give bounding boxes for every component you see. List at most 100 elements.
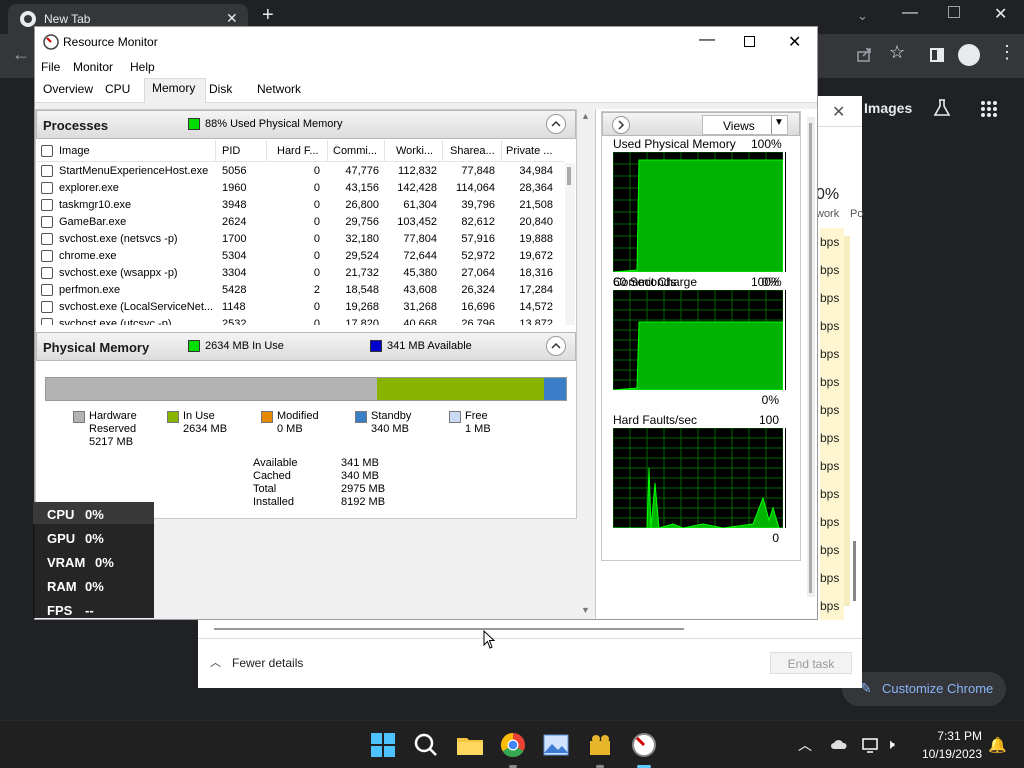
- tab-cpu[interactable]: CPU: [105, 82, 130, 96]
- profile-avatar-icon[interactable]: [958, 44, 980, 66]
- rm-close-icon[interactable]: ✕: [788, 32, 801, 52]
- customize-chrome-button[interactable]: ✎ Customize Chrome: [842, 672, 1006, 706]
- tab-network[interactable]: Network: [257, 82, 301, 96]
- close-window-icon[interactable]: ✕: [994, 4, 1007, 24]
- menu-monitor[interactable]: Monitor: [73, 60, 113, 74]
- process-checkbox[interactable]: [41, 182, 53, 194]
- process-cell: 61,304: [403, 199, 437, 211]
- file-explorer-icon[interactable]: [454, 729, 486, 761]
- network-icon[interactable]: [862, 737, 880, 753]
- select-all-checkbox[interactable]: [41, 145, 53, 157]
- process-row[interactable]: StartMenuExperienceHost.exe 5056 0 47,776 11…: [37, 163, 565, 180]
- graph-plot: [613, 290, 783, 390]
- back-icon[interactable]: ←: [12, 44, 30, 65]
- collapse-processes-icon[interactable]: [546, 114, 566, 134]
- process-row[interactable]: svchost.exe (netsvcs -p) 1700 0 32,180 77,80…: [37, 231, 565, 248]
- scroll-down-icon[interactable]: ▼: [581, 605, 590, 615]
- clock-date[interactable]: 10/19/2023: [910, 747, 982, 761]
- tab-disk[interactable]: Disk: [209, 82, 232, 96]
- process-checkbox[interactable]: [41, 250, 53, 262]
- end-task-button[interactable]: End task: [770, 652, 852, 674]
- onedrive-cloud-icon[interactable]: [830, 737, 848, 753]
- task-manager-h-scrollbar[interactable]: [214, 628, 684, 630]
- menu-help[interactable]: Help: [130, 60, 155, 74]
- chrome-logo-icon: [20, 11, 36, 27]
- process-checkbox[interactable]: [41, 301, 53, 313]
- legend-item: Modified 0 MB: [261, 409, 353, 459]
- process-checkbox[interactable]: [41, 267, 53, 279]
- col-shareable[interactable]: Sharea...: [450, 145, 495, 157]
- scroll-up-icon[interactable]: ▲: [581, 111, 590, 121]
- process-cell: 45,380: [403, 267, 437, 279]
- fewer-details-link[interactable]: Fewer details: [232, 656, 303, 670]
- process-checkbox[interactable]: [41, 199, 53, 211]
- process-row[interactable]: svchost.exe (wsappx -p) 3304 0 21,732 45,380…: [37, 265, 565, 282]
- collapse-physical-memory-icon[interactable]: [546, 336, 566, 356]
- process-cell: 43,608: [403, 284, 437, 296]
- left-pane-scrollbar[interactable]: ▲ ▼: [579, 109, 593, 619]
- photos-icon[interactable]: [540, 729, 572, 761]
- col-private[interactable]: Private ...: [506, 145, 552, 157]
- graphs-scrollbar[interactable]: [807, 117, 815, 597]
- process-checkbox[interactable]: [41, 284, 53, 296]
- tab-search-icon[interactable]: ⌄: [857, 8, 868, 24]
- process-row[interactable]: svchost.exe (LocalServiceNet... 1148 0 19,2…: [37, 299, 565, 316]
- media-app-icon[interactable]: [584, 729, 616, 761]
- close-tab-icon[interactable]: ✕: [226, 10, 238, 27]
- chevron-up-icon[interactable]: ︿: [210, 654, 221, 670]
- process-scrollbar[interactable]: [565, 163, 575, 325]
- process-cell: 0: [313, 301, 320, 313]
- side-panel-icon[interactable]: [930, 48, 944, 62]
- overlay-metric-value: --: [85, 603, 94, 618]
- resource-monitor-taskbar-icon[interactable]: [628, 729, 660, 761]
- process-checkbox[interactable]: [41, 165, 53, 177]
- process-cell: 17,284: [519, 284, 553, 296]
- process-row[interactable]: GameBar.exe 2624 0 29,756 103,452 82,612 20,84…: [37, 214, 565, 231]
- process-checkbox[interactable]: [41, 233, 53, 245]
- menu-file[interactable]: File: [41, 60, 60, 74]
- tab-overview[interactable]: Overview: [43, 82, 93, 96]
- notification-bell-icon[interactable]: 🔔: [988, 736, 1007, 754]
- processes-header[interactable]: Processes 88% Used Physical Memory: [36, 110, 576, 139]
- views-dropdown[interactable]: Views ▼: [702, 115, 788, 135]
- minimize-icon[interactable]: —: [902, 4, 918, 22]
- task-manager-close-icon[interactable]: ✕: [832, 102, 845, 122]
- process-row[interactable]: perfmon.exe 5428 2 18,548 43,608 26,324 17,284: [37, 282, 565, 299]
- process-row[interactable]: taskmgr10.exe 3948 0 26,800 61,304 39,796 21,5…: [37, 197, 565, 214]
- share-icon[interactable]: [855, 46, 873, 64]
- process-checkbox[interactable]: [41, 216, 53, 228]
- network-column-header[interactable]: work: [816, 208, 839, 220]
- process-row[interactable]: explorer.exe 1960 0 43,156 142,428 114,064 28,…: [37, 180, 565, 197]
- show-hidden-icons-chevron-icon[interactable]: ︿: [798, 735, 812, 755]
- chrome-menu-icon[interactable]: ⋮: [998, 42, 1016, 63]
- labs-flask-icon[interactable]: [932, 98, 952, 118]
- images-link[interactable]: Images: [864, 100, 912, 116]
- clock-time[interactable]: 7:31 PM: [920, 729, 982, 743]
- col-image[interactable]: Image: [59, 145, 90, 157]
- chrome-taskbar-icon[interactable]: [497, 729, 529, 761]
- expand-pane-icon[interactable]: [612, 116, 630, 134]
- graph-axis: [785, 290, 789, 390]
- physical-memory-header[interactable]: Physical Memory 2634 MB In Use 341 MB Av…: [36, 332, 576, 361]
- process-row[interactable]: svchost.exe (utcsvc -p) 2532 0 17,820 40,668…: [37, 316, 565, 325]
- search-icon[interactable]: [410, 729, 442, 761]
- volume-muted-icon[interactable]: 🕨: [886, 736, 895, 753]
- rm-minimize-icon[interactable]: —: [699, 31, 715, 49]
- col-pid[interactable]: PID: [222, 145, 240, 157]
- task-manager-scrollbar[interactable]: [853, 541, 856, 601]
- restore-icon[interactable]: [948, 6, 960, 18]
- new-tab-button[interactable]: +: [262, 4, 274, 27]
- rm-maximize-icon[interactable]: [744, 36, 755, 47]
- bookmark-star-icon[interactable]: ☆: [889, 42, 905, 63]
- tab-memory[interactable]: Memory: [152, 81, 195, 95]
- start-windows-icon[interactable]: [367, 729, 399, 761]
- col-hard-faults[interactable]: Hard F...: [277, 145, 319, 157]
- process-cell: svchost.exe (LocalServiceNet...: [59, 301, 214, 313]
- col-working-set[interactable]: Worki...: [396, 145, 433, 157]
- apps-grid-icon[interactable]: [980, 100, 998, 118]
- process-row[interactable]: chrome.exe 5304 0 29,524 72,644 52,972 19,672: [37, 248, 565, 265]
- power-column-header[interactable]: Po: [850, 208, 863, 220]
- process-checkbox[interactable]: [41, 318, 53, 325]
- network-percent: 0%: [816, 186, 840, 203]
- col-commit[interactable]: Commi...: [333, 145, 377, 157]
